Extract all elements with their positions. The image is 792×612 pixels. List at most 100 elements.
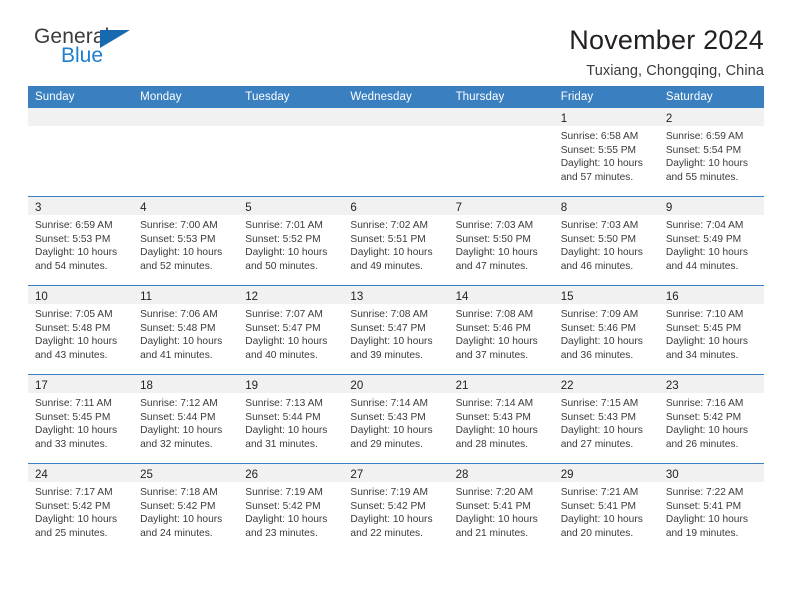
calendar-day-cell[interactable]: 20 Sunrise: 7:14 AM Sunset: 5:43 PM Dayligh…	[343, 374, 449, 464]
day-number-band: 1	[553, 108, 659, 126]
sunset-text: Sunset: 5:42 PM	[35, 500, 111, 512]
calendar-day-cell[interactable]: 27 Sunrise: 7:19 AM Sunset: 5:42 PM Dayligh…	[343, 463, 449, 552]
day-details: Sunrise: 7:14 AM Sunset: 5:43 PM Daylight:…	[449, 393, 554, 451]
weekday-header-saturday: Saturday	[658, 86, 764, 108]
calendar-day-cell[interactable]: 3 Sunrise: 6:59 AM Sunset: 5:53 PM Daylight…	[28, 196, 134, 286]
day-details: Sunrise: 7:10 AM Sunset: 5:45 PM Daylight:…	[659, 304, 764, 362]
day-number-band	[28, 108, 134, 126]
day-number: 21	[455, 380, 469, 392]
sunset-text: Sunset: 5:43 PM	[350, 411, 426, 423]
day-details: Sunrise: 7:09 AM Sunset: 5:46 PM Daylight:…	[554, 304, 659, 362]
daylight-text: Daylight: 10 hours and 43 minutes.	[35, 336, 118, 361]
sunrise-text: Sunrise: 7:11 AM	[35, 398, 112, 409]
day-number-band: 27	[343, 464, 449, 482]
day-number-band: 15	[553, 286, 659, 304]
day-number-band: 25	[133, 464, 239, 482]
calendar-day-cell-empty	[238, 108, 344, 197]
sunset-text: Sunset: 5:47 PM	[245, 322, 321, 334]
day-number-band: 2	[658, 108, 764, 126]
calendar-day-cell[interactable]: 29 Sunrise: 7:21 AM Sunset: 5:41 PM Dayligh…	[553, 463, 659, 552]
calendar-day-cell[interactable]: 24 Sunrise: 7:17 AM Sunset: 5:42 PM Dayligh…	[28, 463, 134, 552]
sunset-text: Sunset: 5:43 PM	[455, 411, 531, 423]
day-details: Sunrise: 7:14 AM Sunset: 5:43 PM Daylight:…	[343, 393, 448, 451]
daylight-text: Daylight: 10 hours and 40 minutes.	[245, 336, 328, 361]
daylight-text: Daylight: 10 hours and 31 minutes.	[245, 425, 328, 450]
calendar-week-row: 1 Sunrise: 6:58 AM Sunset: 5:55 PM Daylight…	[28, 108, 764, 197]
calendar-day-cell[interactable]: 11 Sunrise: 7:06 AM Sunset: 5:48 PM Dayligh…	[133, 285, 239, 375]
sunrise-text: Sunrise: 7:19 AM	[245, 487, 323, 498]
daylight-text: Daylight: 10 hours and 29 minutes.	[350, 425, 433, 450]
day-number: 15	[560, 291, 574, 303]
day-number: 16	[665, 291, 679, 303]
day-number: 26	[245, 469, 259, 481]
daylight-text: Daylight: 10 hours and 49 minutes.	[350, 247, 433, 272]
day-number: 13	[350, 291, 364, 303]
day-number: 30	[665, 469, 679, 481]
page-subtitle: Tuxiang, Chongqing, China	[586, 63, 764, 80]
calendar-day-cell[interactable]: 6 Sunrise: 7:02 AM Sunset: 5:51 PM Daylight…	[343, 196, 449, 286]
day-number-band: 30	[658, 464, 764, 482]
sunset-text: Sunset: 5:51 PM	[350, 233, 426, 245]
day-number-band: 12	[238, 286, 344, 304]
sunrise-text: Sunrise: 7:09 AM	[560, 309, 639, 320]
sunrise-text: Sunrise: 7:15 AM	[560, 398, 639, 409]
sunset-text: Sunset: 5:46 PM	[560, 322, 637, 334]
sunrise-text: Sunrise: 7:01 AM	[245, 220, 323, 231]
calendar-day-cell[interactable]: 7 Sunrise: 7:03 AM Sunset: 5:50 PM Daylight…	[448, 196, 554, 286]
calendar-day-cell[interactable]: 2 Sunrise: 6:59 AM Sunset: 5:54 PM Daylight…	[658, 108, 764, 197]
calendar-day-cell[interactable]: 21 Sunrise: 7:14 AM Sunset: 5:43 PM Dayligh…	[448, 374, 554, 464]
daylight-text: Daylight: 10 hours and 33 minutes.	[35, 425, 118, 450]
daylight-text: Daylight: 10 hours and 27 minutes.	[560, 425, 643, 450]
day-details: Sunrise: 7:02 AM Sunset: 5:51 PM Daylight:…	[343, 215, 448, 273]
calendar-day-cell[interactable]: 9 Sunrise: 7:04 AM Sunset: 5:49 PM Daylight…	[658, 196, 764, 286]
calendar-day-cell[interactable]: 14 Sunrise: 7:08 AM Sunset: 5:46 PM Dayligh…	[448, 285, 554, 375]
calendar-day-cell[interactable]: 30 Sunrise: 7:22 AM Sunset: 5:41 PM Dayligh…	[658, 463, 764, 552]
day-number-band: 16	[658, 286, 764, 304]
day-number: 10	[35, 291, 48, 303]
calendar-day-cell[interactable]: 4 Sunrise: 7:00 AM Sunset: 5:53 PM Daylight…	[133, 196, 239, 286]
day-number-band: 14	[448, 286, 554, 304]
daylight-text: Daylight: 10 hours and 57 minutes.	[560, 158, 643, 183]
calendar-day-cell[interactable]: 13 Sunrise: 7:08 AM Sunset: 5:47 PM Dayligh…	[343, 285, 449, 375]
day-number-band: 4	[133, 197, 239, 215]
day-details: Sunrise: 7:03 AM Sunset: 5:50 PM Daylight:…	[554, 215, 659, 273]
sunrise-text: Sunrise: 7:02 AM	[350, 220, 429, 231]
calendar-day-cell[interactable]: 19 Sunrise: 7:13 AM Sunset: 5:44 PM Dayligh…	[238, 374, 344, 464]
day-number: 23	[665, 380, 679, 392]
sunrise-text: Sunrise: 7:20 AM	[455, 487, 534, 498]
calendar-day-cell[interactable]: 18 Sunrise: 7:12 AM Sunset: 5:44 PM Dayligh…	[133, 374, 239, 464]
daylight-text: Daylight: 10 hours and 47 minutes.	[455, 247, 538, 272]
calendar-day-cell[interactable]: 17 Sunrise: 7:11 AM Sunset: 5:45 PM Dayligh…	[28, 374, 134, 464]
day-number: 12	[245, 291, 259, 303]
daylight-text: Daylight: 10 hours and 54 minutes.	[35, 247, 118, 272]
weekday-header-friday: Friday	[553, 86, 659, 108]
calendar-day-cell[interactable]: 26 Sunrise: 7:19 AM Sunset: 5:42 PM Dayligh…	[238, 463, 344, 552]
title-block: November 2024 Tuxiang, Chongqing, China	[569, 26, 764, 80]
calendar-day-cell[interactable]: 5 Sunrise: 7:01 AM Sunset: 5:52 PM Daylight…	[238, 196, 344, 286]
day-number-band: 23	[658, 375, 764, 393]
calendar-day-cell[interactable]: 28 Sunrise: 7:20 AM Sunset: 5:41 PM Dayligh…	[448, 463, 554, 552]
day-details: Sunrise: 7:18 AM Sunset: 5:42 PM Daylight:…	[133, 482, 238, 540]
sunrise-text: Sunrise: 7:08 AM	[350, 309, 429, 320]
calendar-day-cell[interactable]: 10 Sunrise: 7:05 AM Sunset: 5:48 PM Dayligh…	[28, 285, 134, 375]
daylight-text: Daylight: 10 hours and 36 minutes.	[560, 336, 643, 361]
calendar-day-cell[interactable]: 22 Sunrise: 7:15 AM Sunset: 5:43 PM Dayligh…	[553, 374, 659, 464]
logo-text-blue: Blue	[61, 44, 104, 67]
day-number-band	[448, 108, 554, 126]
calendar-day-cell[interactable]: 16 Sunrise: 7:10 AM Sunset: 5:45 PM Dayligh…	[658, 285, 764, 375]
day-details: Sunrise: 7:22 AM Sunset: 5:41 PM Daylight:…	[659, 482, 764, 540]
daylight-text: Daylight: 10 hours and 22 minutes.	[350, 514, 433, 539]
sunset-text: Sunset: 5:48 PM	[35, 322, 111, 334]
calendar-day-cell[interactable]: 25 Sunrise: 7:18 AM Sunset: 5:42 PM Dayligh…	[133, 463, 239, 552]
calendar-day-cell[interactable]: 23 Sunrise: 7:16 AM Sunset: 5:42 PM Dayligh…	[658, 374, 764, 464]
calendar-day-cell[interactable]: 1 Sunrise: 6:58 AM Sunset: 5:55 PM Daylight…	[553, 108, 659, 197]
calendar-day-cell[interactable]: 15 Sunrise: 7:09 AM Sunset: 5:46 PM Dayligh…	[553, 285, 659, 375]
sunset-text: Sunset: 5:42 PM	[245, 500, 321, 512]
day-details: Sunrise: 7:01 AM Sunset: 5:52 PM Daylight:…	[238, 215, 343, 273]
day-details: Sunrise: 6:58 AM Sunset: 5:55 PM Daylight:…	[554, 126, 659, 184]
daylight-text: Daylight: 10 hours and 28 minutes.	[455, 425, 538, 450]
calendar-day-cell[interactable]: 12 Sunrise: 7:07 AM Sunset: 5:47 PM Dayligh…	[238, 285, 344, 375]
calendar-day-cell[interactable]: 8 Sunrise: 7:03 AM Sunset: 5:50 PM Daylight…	[553, 196, 659, 286]
sunset-text: Sunset: 5:55 PM	[560, 144, 637, 156]
general-blue-logo[interactable]: General Blue	[28, 26, 138, 72]
